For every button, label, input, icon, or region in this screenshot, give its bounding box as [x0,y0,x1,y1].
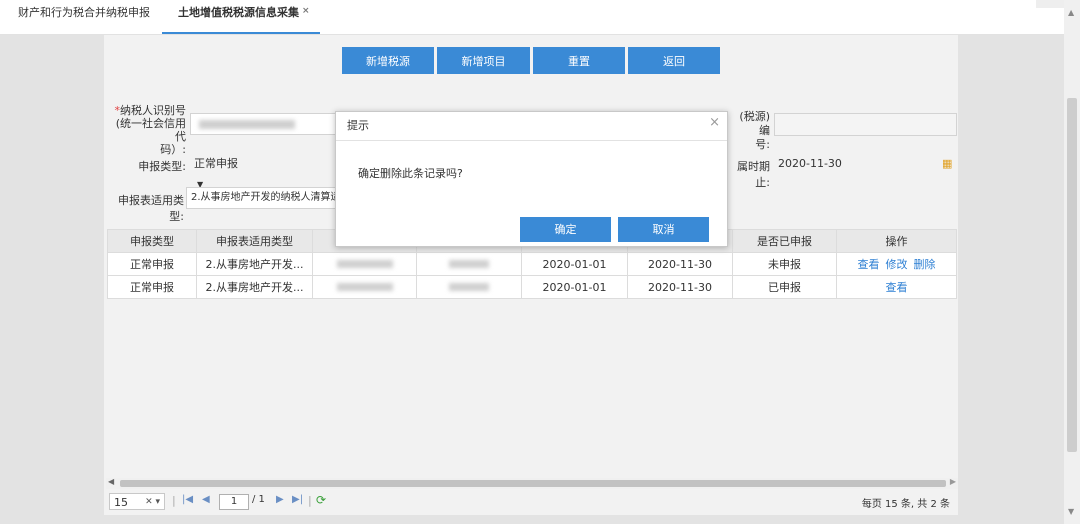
label-line: 号: [755,138,770,151]
confirm-dialog: 提示 × 确定删除此条记录吗? 确定 取消 [335,111,728,247]
redacted-value [336,259,393,268]
cell-start-date: 2020-01-01 [521,252,628,276]
add-project-button[interactable]: 新增项目 [437,47,530,74]
first-page-icon[interactable]: |◀ [182,494,193,505]
page-number-input[interactable]: 1 [219,494,249,510]
table-row[interactable]: 正常申报 2.从事房地产开发... 2020-01-01 2020-11-30 … [107,275,957,299]
scroll-left-icon[interactable]: ◀ [108,477,114,486]
page-size-value: 15 [114,496,128,509]
taxpayer-id-input[interactable] [190,113,338,135]
dialog-message: 确定删除此条记录吗? [358,167,463,180]
period-end-label: 属时期止: [737,160,770,189]
scroll-down-icon[interactable]: ▼ [1068,507,1074,516]
cell-hidden [416,252,522,276]
table-row[interactable]: 正常申报 2.从事房地产开发... 2020-01-01 2020-11-30 … [107,252,957,276]
cell-end-date: 2020-11-30 [627,252,733,276]
redacted-value [336,282,393,291]
cell-form-type: 2.从事房地产开发... [196,252,313,276]
calendar-icon[interactable]: ▦ [942,157,952,170]
cell-project [312,275,417,299]
tab-label: 土地增值税税源信息采集 [178,6,299,19]
cell-declared: 未申报 [732,252,837,276]
cell-form-type: 2.从事房地产开发... [196,275,313,299]
col-form-type: 申报表适用类型 [196,229,313,253]
next-page-icon[interactable]: ▶ [276,494,284,505]
close-icon[interactable]: × [302,6,310,16]
col-actions: 操作 [836,229,957,253]
clear-dropdown-icon[interactable]: ✕ ▾ [145,494,160,511]
horizontal-scrollbar[interactable]: ◀ ▶ [106,477,958,489]
last-page-icon[interactable]: ▶| [292,494,303,505]
label-line: 纳税人识别号 [120,104,186,117]
cell-actions: 查看 [836,275,957,299]
label-line: (统一社会信用代 [115,117,186,143]
prev-page-icon[interactable]: ◀ [202,494,210,505]
source-no-label: (税源) 编 号: [726,110,770,152]
tab-property-tax[interactable]: 财产和行为税合并纳税申报 [18,0,150,32]
tab-land-vat-source[interactable]: 土地增值税税源信息采集 × [162,0,320,34]
redacted-value [199,120,295,129]
cell-hidden [416,275,522,299]
reset-button[interactable]: 重置 [533,47,625,74]
dialog-title: 提示 [336,112,727,141]
view-link[interactable]: 查看 [858,258,880,271]
applicable-type-label: 申报表适用类型: [118,194,184,223]
page-size-select[interactable]: 15 ✕ ▾ [109,493,165,510]
cell-declared: 已申报 [732,275,837,299]
period-end-input[interactable]: 2020-11-30 [774,153,957,175]
cell-start-date: 2020-01-01 [521,275,628,299]
decl-type-value: 正常申报 [194,157,238,170]
scroll-thumb[interactable] [120,480,946,487]
pager-info: 每页 15 条, 共 2 条 [861,499,950,510]
taxpayer-id-label: *纳税人识别号 (统一社会信用代 码）: [106,104,187,156]
cell-actions: 查看 修改 删除 [836,252,957,276]
back-button[interactable]: 返回 [628,47,720,74]
cell-end-date: 2020-11-30 [627,275,733,299]
label-line: 码）: [160,143,186,156]
edit-link[interactable]: 修改 [886,258,908,271]
total-pages: / 1 [252,494,265,505]
divider: | [172,494,176,507]
tab-bar: 财产和行为税合并纳税申报 土地增值税税源信息采集 × [0,0,1064,35]
source-no-input[interactable] [774,113,957,136]
vertical-scrollbar[interactable]: ▲ ▼ [1064,0,1080,524]
divider: | [308,494,312,507]
redacted-value [449,282,489,291]
cancel-button[interactable]: 取消 [618,217,709,242]
refresh-icon[interactable]: ⟳ [316,493,326,507]
label-line: (税源) 编 [739,110,770,137]
scroll-thumb[interactable] [1067,98,1077,452]
scroll-right-icon[interactable]: ▶ [950,477,956,486]
applicable-type-select[interactable]: 2.从事房地产开发的纳税人清算适用 [186,187,338,209]
decl-type-select[interactable]: 正常申报▼ [190,154,246,189]
cell-project [312,252,417,276]
col-declared: 是否已申报 [732,229,837,253]
add-source-button[interactable]: 新增税源 [342,47,434,74]
decl-type-label: 申报类型: [138,160,186,173]
scroll-up-icon[interactable]: ▲ [1068,8,1074,17]
cell-decl-type: 正常申报 [107,275,197,299]
pager: 15 ✕ ▾ | |◀ ◀ 1 / 1 ▶ ▶| | ⟳ 每页 15 条, 共 2… [106,490,958,514]
view-link[interactable]: 查看 [886,281,908,294]
col-decl-type: 申报类型 [107,229,197,253]
delete-link[interactable]: 删除 [914,258,936,271]
tab-label: 财产和行为税合并纳税申报 [18,6,150,19]
redacted-value [449,259,489,268]
confirm-button[interactable]: 确定 [520,217,611,242]
cell-decl-type: 正常申报 [107,252,197,276]
close-icon[interactable]: × [709,115,720,130]
